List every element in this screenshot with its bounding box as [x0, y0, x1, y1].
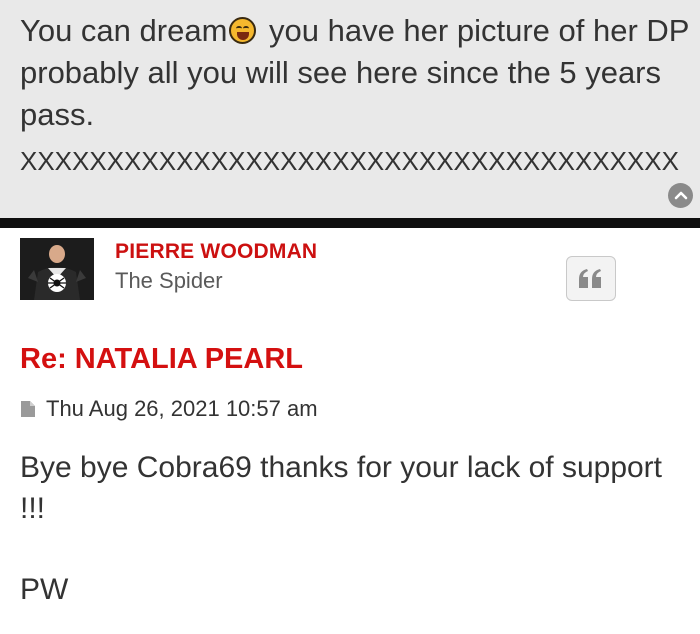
quote-text-before: You can dream: [20, 13, 228, 48]
quote-button[interactable]: [566, 256, 616, 301]
quote-filler-text: XXXXXXXXXXXXXXXXXXXXXXXXXXXXXXXXXXXXXX: [20, 146, 679, 176]
avatar[interactable]: [20, 238, 94, 300]
laughing-face-emoji-icon: [229, 17, 257, 44]
post-divider: [0, 218, 700, 228]
post-body: Bye bye Cobra69 thanks for your lack of …: [20, 451, 663, 525]
quoted-reply-block: You can dream you have her picture of he…: [0, 0, 700, 218]
author-name[interactable]: PIERRE WOODMAN: [115, 240, 317, 264]
quote-icon: [579, 268, 601, 288]
post-signature: PW: [20, 573, 69, 606]
post-meta: Thu Aug 26, 2021 10:57 am: [20, 396, 318, 422]
post-title[interactable]: Re: NATALIA PEARL: [20, 343, 303, 376]
chevron-up-icon: [674, 191, 687, 199]
document-icon: [21, 401, 35, 417]
post-date: Thu Aug 26, 2021 10:57 am: [46, 396, 318, 421]
quote-text: You can dream you have her picture of he…: [20, 10, 690, 136]
author-rank: The Spider: [115, 268, 223, 293]
scroll-to-top-button[interactable]: [668, 183, 693, 208]
